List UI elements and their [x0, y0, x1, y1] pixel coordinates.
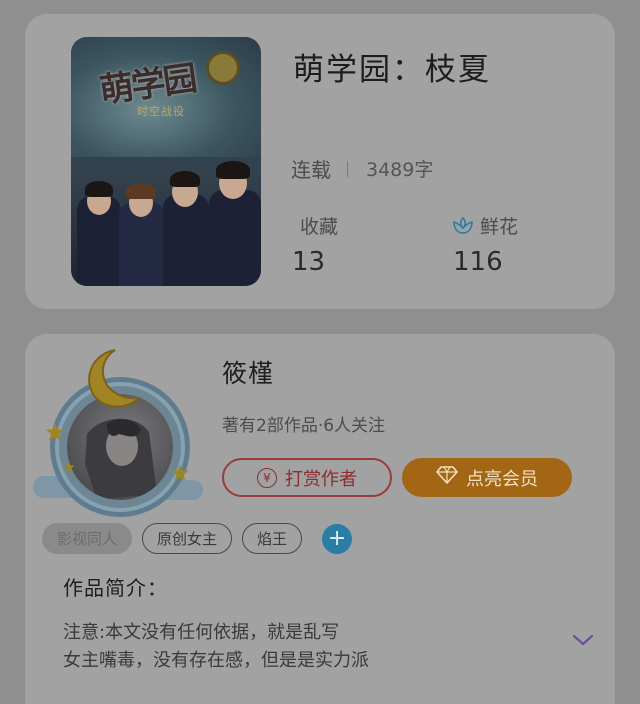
- favorites-label: 收藏: [300, 212, 338, 239]
- book-cover-image[interactable]: 萌学园 时空战役: [71, 37, 261, 286]
- reward-author-label: 打赏作者: [285, 468, 357, 490]
- meta-divider: [347, 160, 348, 177]
- author-name[interactable]: 筱槿: [222, 354, 274, 390]
- synopsis-line: 注意:本文没有任何依据，就是乱写: [63, 622, 340, 643]
- flower-icon: [452, 216, 474, 236]
- star-icon: [171, 464, 189, 486]
- cover-number-badge: [206, 51, 240, 85]
- author-meta: 著有2部作品·6人关注: [222, 416, 386, 436]
- book-info-card: 萌学园 时空战役 萌学园：枝夏 连载 3489字 收藏 13 鲜花 116: [25, 14, 615, 309]
- book-title: 萌学园：枝夏: [293, 52, 491, 88]
- add-tag-button[interactable]: +: [322, 523, 353, 554]
- cover-character-hair: [170, 171, 200, 187]
- tag-list: 影视同人 原创女主 焰王 +: [42, 523, 353, 554]
- cover-character-hair: [216, 161, 250, 179]
- book-status: 连载: [291, 158, 331, 182]
- book-word-count: 3489字: [366, 159, 434, 181]
- author-card: 筱槿 著有2部作品·6人关注 ¥ 打赏作者 点亮会员 影视同人 原创女主 焰王 …: [25, 334, 615, 704]
- activate-vip-button[interactable]: 点亮会员: [402, 458, 572, 497]
- chevron-down-icon[interactable]: [572, 632, 594, 651]
- flowers-label[interactable]: 鲜花: [452, 212, 518, 239]
- cover-subtitle: 时空战役: [137, 105, 185, 118]
- star-icon: [63, 458, 75, 477]
- yen-icon: ¥: [257, 467, 277, 488]
- flowers-label-text: 鲜花: [480, 216, 519, 238]
- cover-character: [209, 190, 261, 286]
- star-icon: [45, 422, 65, 446]
- diamond-icon: [436, 466, 458, 489]
- cover-character: [163, 194, 209, 286]
- tag-item[interactable]: 焰王: [242, 523, 303, 554]
- favorites-label-text: 收藏: [300, 216, 339, 238]
- favorites-count: 13: [292, 247, 326, 277]
- book-meta: 连载 3489字: [291, 154, 433, 183]
- tag-item[interactable]: 影视同人: [42, 523, 133, 554]
- synopsis-line: 女主嘴毒，没有存在感，但是是实力派: [63, 650, 369, 671]
- synopsis-title: 作品简介：: [63, 576, 168, 600]
- cover-character-hair: [126, 183, 156, 199]
- tag-item[interactable]: 原创女主: [142, 523, 233, 554]
- author-avatar[interactable]: [33, 346, 203, 512]
- moon-icon: [75, 346, 145, 416]
- activate-vip-label: 点亮会员: [466, 468, 538, 490]
- flowers-count: 116: [453, 247, 503, 277]
- reward-author-button[interactable]: ¥ 打赏作者: [222, 458, 392, 497]
- cover-character-hair: [85, 181, 113, 197]
